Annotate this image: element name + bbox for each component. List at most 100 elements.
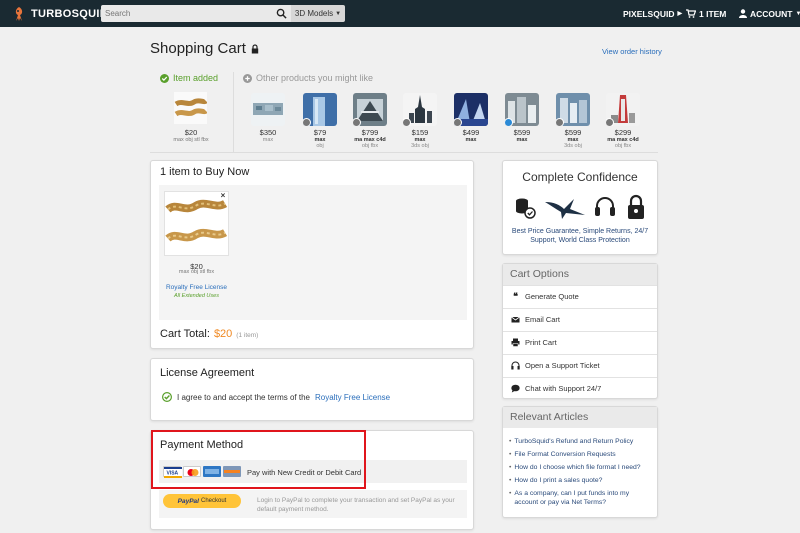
paypal-description: Login to PayPal to complete your transac… [257,497,455,513]
checkbox-checked-icon[interactable] [162,392,172,402]
option-label: Chat with Support 24/7 [525,384,602,393]
product-price: $79 [313,128,327,137]
model-type-badge [606,118,614,126]
article-title: File Format Conversion Requests [514,451,616,458]
suggested-product[interactable]: $599 max 3ds obj [556,93,590,149]
product-formats-secondary: 3ds obj [411,143,429,149]
category-select[interactable]: 3D Models ▼ [291,5,345,22]
print-cart-option[interactable]: Print Cart [503,331,657,353]
bullet: • [509,438,512,445]
remove-item-button[interactable]: × [219,192,227,200]
category-select-label: 3D Models [294,9,334,18]
shopping-cart-icon [686,9,696,18]
account-menu[interactable]: ACCOUNT ▼ [739,0,800,27]
product-formats: max [262,137,274,143]
support-ticket-option[interactable]: Open a Support Ticket [503,354,657,376]
product-thumbnail [454,93,488,126]
product-formats-secondary: obj [316,143,324,149]
product-price: $350 [259,128,277,137]
account-label: ACCOUNT [750,8,793,19]
cart-item-formats: max obj stl fbx [178,269,215,275]
model-type-badge [505,118,513,126]
logo-text: TURBOSQUID [31,7,108,20]
cart-link[interactable]: 1 ITEM [686,0,726,27]
squid-logo-icon [15,6,23,21]
suggested-product[interactable]: $159 max 3ds obj [403,93,437,149]
pixelsquid-label: PIXELSQUID [623,8,675,19]
printer-icon [511,338,520,347]
other-products-label: Other products you might like [243,73,373,83]
license-agreement-row: I agree to and accept the terms of the R… [162,392,390,402]
lock-icon [628,194,644,219]
added-product-thumbnail[interactable] [174,92,207,124]
product-thumbnail [606,93,640,126]
added-product-price: $20 [184,128,198,137]
product-thumbnail [556,93,590,126]
royalty-free-license-link[interactable]: Royalty Free License [315,393,390,402]
turbosquid-logo[interactable]: TURBOSQUID [12,5,108,22]
chat-support-option[interactable]: Chat with Support 24/7 [503,377,657,399]
added-product-formats: max obj stl fbx [173,137,209,143]
cart-total-label: Cart Total: [160,328,210,340]
article-link[interactable]: • How do I choose which file format I nee… [509,463,654,472]
suggested-product[interactable]: $799 ma max c4d obj fbx [353,93,387,149]
product-formats-secondary: 3ds obj [564,143,582,149]
search-box [101,5,291,22]
chat-bubble-icon [511,384,520,393]
item-added-label: Item added [160,73,218,83]
caret-down-icon: ▼ [795,10,800,17]
article-title: How do I choose which file format I need… [514,464,641,471]
article-link[interactable]: • As a company, can I put funds into my a… [509,489,654,507]
bullet: • [509,477,512,484]
suggested-product[interactable]: $79 max obj [303,93,337,149]
confidence-title: Complete Confidence [522,170,638,184]
cart-options-title: Cart Options [510,268,569,280]
article-title: How do I print a sales quote? [514,477,603,484]
option-label: Email Cart [525,315,561,324]
paypal-checkout-button[interactable]: PayPal Checkout [163,494,241,508]
suggested-product[interactable]: $499 max [454,93,488,143]
page-title-text: Shopping Cart [150,40,246,57]
product-thumbnail [303,93,337,126]
headset-icon [595,197,615,216]
model-type-badge [454,118,462,126]
cart-count-label: 1 ITEM [699,8,727,19]
search-icon[interactable] [276,8,287,19]
product-price: $159 [411,128,429,137]
royalty-free-license-link[interactable]: Royalty Free License [164,284,229,291]
payment-method-highlight [151,430,366,489]
suggested-product[interactable]: $299 ma max c4d obj fbx [606,93,640,149]
article-link[interactable]: • How do I print a sales quote? [509,476,654,485]
product-price: $299 [614,128,632,137]
email-cart-option[interactable]: Email Cart [503,308,657,330]
product-thumbnail [403,93,437,126]
article-link[interactable]: • TurboSquid's Refund and Return Policy [509,437,654,446]
product-formats-secondary: obj fbx [361,143,379,149]
quote-icon: ❝ [513,291,518,301]
arrow-right-icon: ▶ [677,11,683,17]
model-type-badge [556,118,564,126]
generate-quote-option[interactable]: ❝ Generate Quote [503,285,657,307]
divider [233,72,234,152]
product-formats: max [516,137,528,143]
suggested-product[interactable]: $599 max [505,93,539,143]
view-order-history-link[interactable]: View order history [602,47,662,56]
product-thumbnail [505,93,539,126]
confidence-text: Best Price Guarantee, Simple Returns, 24… [511,228,649,244]
page-title: Shopping Cart [150,40,259,57]
product-price: $599 [564,128,582,137]
cart-total-value: $20 [213,328,233,340]
cart-item-thumbnail[interactable] [164,191,229,256]
product-formats-secondary: obj fbx [614,143,632,149]
article-link[interactable]: • File Format Conversion Requests [509,450,654,459]
headset-icon [511,361,520,370]
pixelsquid-link[interactable]: PIXELSQUID ▶ [623,0,682,27]
search-input[interactable] [101,5,271,22]
bullet: • [509,464,512,471]
relevant-articles-title: Relevant Articles [510,411,589,423]
suggested-product[interactable]: $350 max [251,93,285,143]
other-products-text: Other products you might like [256,73,374,83]
product-thumbnail [353,93,387,126]
extended-uses-label: All Extended Uses [174,293,219,299]
license-panel-title: License Agreement [160,367,255,379]
